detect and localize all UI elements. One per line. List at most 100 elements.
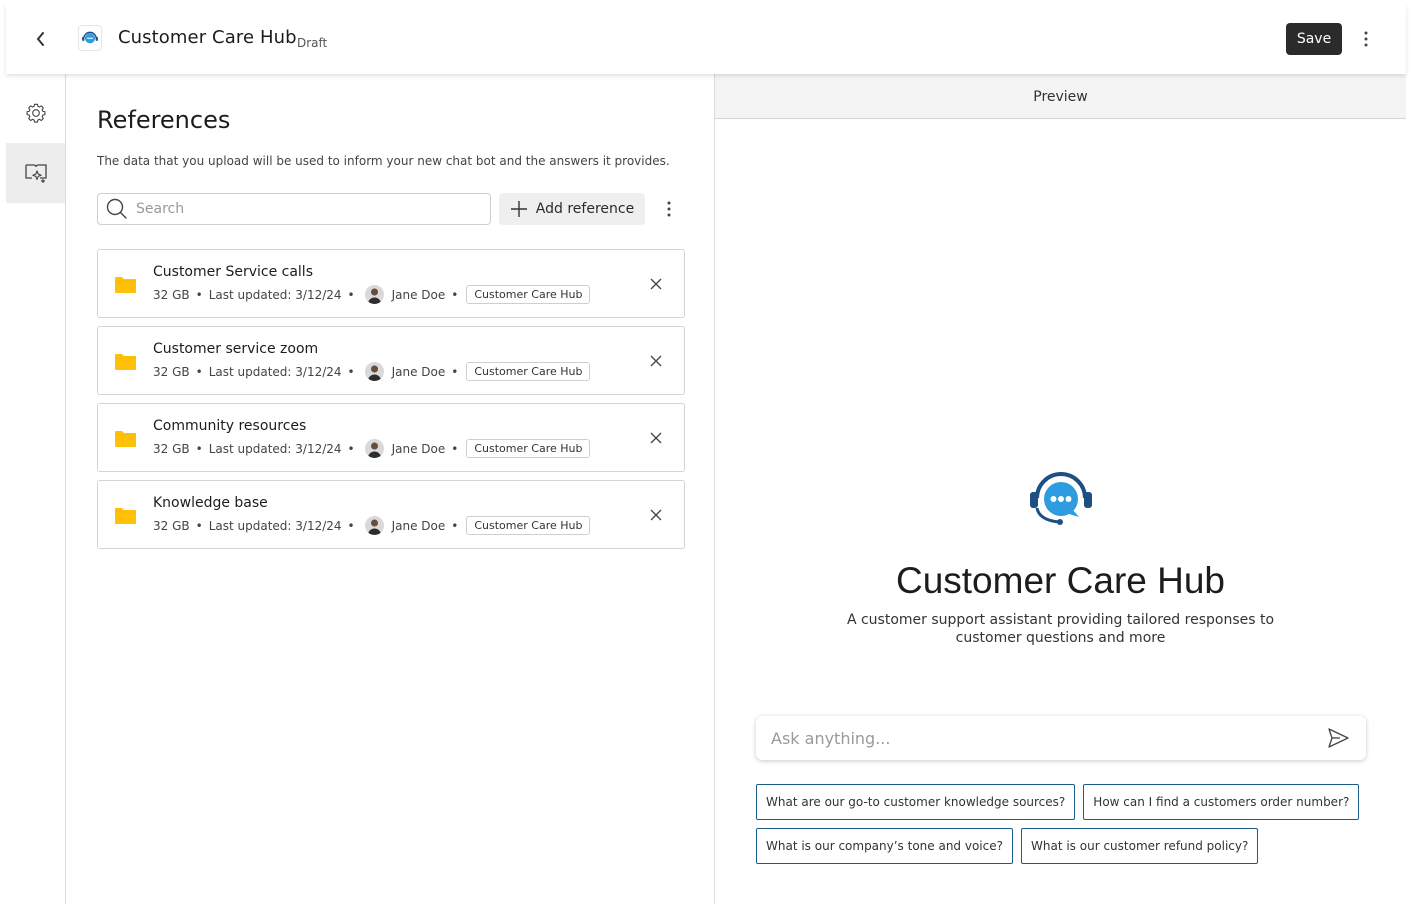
separator: •	[347, 441, 355, 456]
reference-item[interactable]: Community resources 32 GB • Last updated:…	[97, 403, 685, 472]
more-vertical-icon	[667, 201, 671, 217]
reference-item[interactable]: Knowledge base 32 GB • Last updated: 3/12…	[97, 480, 685, 549]
references-more-button[interactable]	[659, 197, 679, 221]
person-icon	[367, 288, 381, 304]
reference-meta: 32 GB • Last updated: 3/12/24 • Jane Doe • …	[153, 439, 591, 458]
bot-name: Customer Care Hub	[895, 560, 1225, 601]
avatar	[364, 285, 384, 304]
person-icon	[367, 519, 381, 535]
reference-owner: Jane Doe	[391, 364, 446, 379]
reference-tag: Customer Care Hub	[466, 439, 591, 458]
send-icon	[1328, 728, 1349, 748]
separator: •	[451, 518, 459, 533]
reference-updated: Last updated: 3/12/24	[208, 518, 342, 533]
folder-icon	[115, 277, 136, 293]
reference-name: Knowledge base	[153, 495, 268, 511]
separator: •	[195, 364, 203, 379]
separator: •	[451, 287, 459, 302]
suggestion-chip[interactable]: How can I find a customers order number?	[1083, 784, 1360, 820]
suggestion-chip[interactable]: What is our customer refund policy?	[1021, 828, 1259, 864]
sidebar-item-references[interactable]	[6, 143, 65, 203]
person-icon	[367, 365, 381, 381]
references-description: The data that you upload will be used to…	[97, 154, 670, 168]
reference-size: 32 GB	[153, 287, 190, 302]
reference-list: Customer Service calls 32 GB • Last updat…	[97, 249, 685, 557]
separator: •	[451, 441, 459, 456]
chat-input-box[interactable]	[756, 716, 1366, 760]
close-icon	[650, 278, 662, 290]
headset-chat-icon	[82, 31, 98, 44]
separator: •	[195, 287, 203, 302]
reference-size: 32 GB	[153, 518, 190, 533]
reference-meta: 32 GB • Last updated: 3/12/24 • Jane Doe • …	[153, 516, 591, 535]
separator: •	[347, 287, 355, 302]
close-icon	[650, 355, 662, 367]
folder-icon	[115, 354, 136, 370]
person-icon	[367, 442, 381, 458]
send-button[interactable]	[1326, 726, 1350, 750]
back-button[interactable]	[30, 28, 52, 50]
reference-item[interactable]: Customer service zoom 32 GB • Last update…	[97, 326, 685, 395]
headset-chat-icon	[1030, 472, 1092, 525]
separator: •	[195, 518, 203, 533]
references-panel: References The data that you upload will…	[66, 74, 715, 904]
references-title: References	[97, 106, 231, 134]
reference-item[interactable]: Customer Service calls 32 GB • Last updat…	[97, 249, 685, 318]
reference-tag: Customer Care Hub	[466, 516, 591, 535]
separator: •	[451, 364, 459, 379]
knowledge-sparkle-icon	[24, 164, 47, 183]
suggestion-list: What are our go-to customer knowledge so…	[756, 784, 1376, 864]
separator: •	[195, 441, 203, 456]
search-icon	[106, 198, 127, 219]
reference-size: 32 GB	[153, 364, 190, 379]
reference-updated: Last updated: 3/12/24	[208, 287, 342, 302]
remove-reference-button[interactable]	[648, 507, 664, 523]
remove-reference-button[interactable]	[648, 430, 664, 446]
gear-icon	[26, 103, 45, 123]
folder-icon	[115, 431, 136, 447]
app-title: Customer Care Hub	[118, 27, 297, 48]
separator: •	[347, 518, 355, 533]
suggestion-chip[interactable]: What is our company’s tone and voice?	[756, 828, 1013, 864]
more-options-button[interactable]	[1356, 27, 1376, 51]
sidebar	[6, 74, 66, 904]
reference-tag: Customer Care Hub	[466, 285, 591, 304]
avatar	[364, 439, 384, 458]
reference-updated: Last updated: 3/12/24	[208, 441, 342, 456]
reference-name: Customer service zoom	[153, 341, 319, 357]
save-button[interactable]: Save	[1286, 23, 1342, 55]
reference-name: Community resources	[153, 418, 307, 434]
add-reference-button[interactable]: Add reference	[499, 193, 645, 225]
bot-description: A customer support assistant providing t…	[846, 612, 1275, 646]
folder-icon	[115, 508, 136, 524]
preview-panel: Preview Customer Care Hub A customer sup…	[715, 74, 1406, 904]
separator: •	[347, 364, 355, 379]
reference-owner: Jane Doe	[391, 441, 446, 456]
add-reference-label: Add reference	[535, 201, 635, 217]
reference-meta: 32 GB • Last updated: 3/12/24 • Jane Doe • …	[153, 362, 591, 381]
remove-reference-button[interactable]	[648, 353, 664, 369]
remove-reference-button[interactable]	[648, 276, 664, 292]
reference-name: Customer Service calls	[153, 264, 313, 280]
top-bar: Customer Care Hub Draft Save	[6, 4, 1406, 74]
reference-owner: Jane Doe	[391, 287, 446, 302]
chat-input[interactable]	[771, 728, 1316, 748]
avatar	[364, 362, 384, 381]
reference-updated: Last updated: 3/12/24	[208, 364, 342, 379]
search-field[interactable]	[97, 193, 491, 225]
reference-tag: Customer Care Hub	[466, 362, 591, 381]
sidebar-item-settings[interactable]	[6, 83, 65, 143]
chevron-left-icon	[37, 32, 44, 46]
reference-meta: 32 GB • Last updated: 3/12/24 • Jane Doe • …	[153, 285, 591, 304]
suggestion-chip[interactable]: What are our go-to customer knowledge so…	[756, 784, 1076, 820]
avatar	[364, 516, 384, 535]
preview-header: Preview	[715, 74, 1406, 119]
close-icon	[650, 509, 662, 521]
reference-size: 32 GB	[153, 441, 190, 456]
reference-owner: Jane Doe	[391, 518, 446, 533]
search-input[interactable]	[136, 201, 476, 217]
draft-status: Draft	[297, 36, 328, 50]
app-logo	[78, 25, 102, 51]
close-icon	[650, 432, 662, 444]
more-vertical-icon	[1364, 31, 1368, 47]
